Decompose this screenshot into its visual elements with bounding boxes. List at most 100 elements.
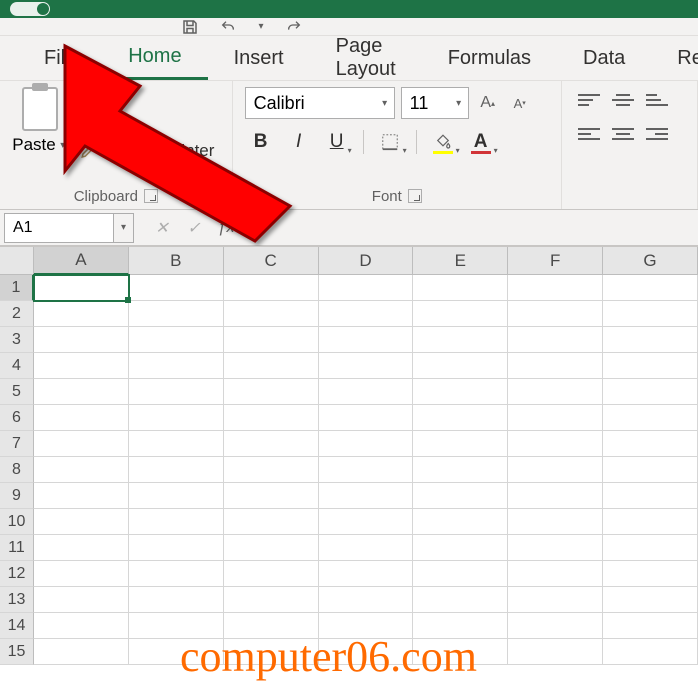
copy-dropdown-icon[interactable]: ▾ — [102, 120, 112, 131]
cell[interactable] — [319, 483, 414, 509]
tab-page-layout[interactable]: Page Layout — [310, 36, 422, 80]
cell[interactable] — [413, 561, 508, 587]
cell[interactable] — [319, 379, 414, 405]
cell[interactable] — [603, 535, 698, 561]
copy-button[interactable]: ▾ — [76, 115, 214, 135]
row-header[interactable]: 11 — [0, 535, 34, 561]
cell[interactable] — [34, 379, 129, 405]
cell[interactable] — [129, 509, 224, 535]
cell[interactable] — [508, 639, 603, 665]
cell[interactable] — [224, 379, 319, 405]
cell[interactable] — [224, 353, 319, 379]
cell[interactable] — [319, 327, 414, 353]
cell[interactable] — [413, 379, 508, 405]
cell[interactable] — [508, 457, 603, 483]
row-header[interactable]: 14 — [0, 613, 34, 639]
row-header[interactable]: 2 — [0, 301, 34, 327]
cell[interactable] — [413, 301, 508, 327]
cell[interactable] — [413, 587, 508, 613]
row-header[interactable]: 13 — [0, 587, 34, 613]
tab-review[interactable]: Review — [651, 36, 698, 80]
cell[interactable] — [603, 509, 698, 535]
cell[interactable] — [34, 301, 129, 327]
cell[interactable] — [129, 405, 224, 431]
row-header[interactable]: 9 — [0, 483, 34, 509]
cell[interactable] — [34, 639, 129, 665]
tab-home[interactable]: Home — [102, 36, 207, 80]
underline-button[interactable]: U▾ — [321, 127, 353, 157]
row-header[interactable]: 8 — [0, 457, 34, 483]
font-size-select[interactable]: 11 ▾ — [401, 87, 469, 119]
cell[interactable] — [224, 405, 319, 431]
cell[interactable] — [34, 613, 129, 639]
cell[interactable] — [129, 535, 224, 561]
cell[interactable] — [129, 379, 224, 405]
cell[interactable] — [508, 561, 603, 587]
name-box[interactable]: A1 ▾ — [4, 213, 134, 243]
cell[interactable] — [34, 483, 129, 509]
insert-function-button[interactable]: ƒx — [210, 213, 242, 243]
cell[interactable] — [319, 561, 414, 587]
align-left-button[interactable] — [574, 121, 604, 147]
cell[interactable] — [603, 613, 698, 639]
cell[interactable] — [413, 483, 508, 509]
cell[interactable] — [508, 483, 603, 509]
row-header[interactable]: 15 — [0, 639, 34, 665]
cell[interactable] — [224, 275, 319, 301]
row-header[interactable]: 12 — [0, 561, 34, 587]
cell[interactable] — [129, 275, 224, 301]
cell[interactable] — [603, 639, 698, 665]
row-header[interactable]: 1 — [0, 275, 34, 301]
cell[interactable] — [413, 509, 508, 535]
col-header[interactable]: B — [129, 247, 224, 275]
fill-color-button[interactable]: ▾ — [427, 127, 459, 157]
cell[interactable] — [224, 431, 319, 457]
tab-insert[interactable]: Insert — [208, 36, 310, 80]
font-dialog-launcher[interactable] — [408, 189, 422, 203]
bold-button[interactable]: B — [245, 127, 277, 157]
cell[interactable] — [34, 509, 129, 535]
cell[interactable] — [129, 327, 224, 353]
row-header[interactable]: 3 — [0, 327, 34, 353]
cell[interactable] — [34, 561, 129, 587]
cell[interactable] — [129, 301, 224, 327]
cell[interactable] — [508, 613, 603, 639]
tab-file[interactable]: File — [18, 36, 102, 80]
paste-button[interactable]: Paste ▾ — [12, 87, 68, 161]
cell[interactable] — [603, 457, 698, 483]
cell[interactable] — [34, 353, 129, 379]
cell[interactable] — [508, 431, 603, 457]
col-header[interactable]: D — [319, 247, 414, 275]
undo-icon[interactable] — [218, 19, 238, 35]
cell[interactable] — [603, 483, 698, 509]
cell[interactable] — [319, 587, 414, 613]
cell[interactable] — [34, 431, 129, 457]
cell[interactable] — [603, 405, 698, 431]
cell[interactable] — [224, 457, 319, 483]
cell[interactable] — [34, 327, 129, 353]
cell[interactable] — [319, 509, 414, 535]
col-header[interactable]: C — [224, 247, 319, 275]
cell[interactable] — [129, 587, 224, 613]
cell[interactable] — [319, 535, 414, 561]
col-header[interactable]: E — [413, 247, 508, 275]
cell[interactable] — [508, 275, 603, 301]
cell[interactable] — [129, 353, 224, 379]
cell[interactable] — [603, 353, 698, 379]
row-header[interactable]: 10 — [0, 509, 34, 535]
cell[interactable] — [34, 275, 129, 301]
cell[interactable] — [224, 561, 319, 587]
cell[interactable] — [224, 587, 319, 613]
align-top-button[interactable] — [574, 87, 604, 113]
autosave-toggle[interactable] — [10, 2, 50, 16]
save-icon[interactable] — [180, 19, 200, 35]
align-center-button[interactable] — [608, 121, 638, 147]
cell[interactable] — [34, 587, 129, 613]
cell[interactable] — [224, 301, 319, 327]
cell[interactable] — [224, 535, 319, 561]
cell[interactable] — [34, 535, 129, 561]
cell[interactable] — [319, 353, 414, 379]
cell[interactable] — [413, 275, 508, 301]
cell[interactable] — [508, 405, 603, 431]
font-color-button[interactable]: A ▾ — [465, 127, 497, 157]
